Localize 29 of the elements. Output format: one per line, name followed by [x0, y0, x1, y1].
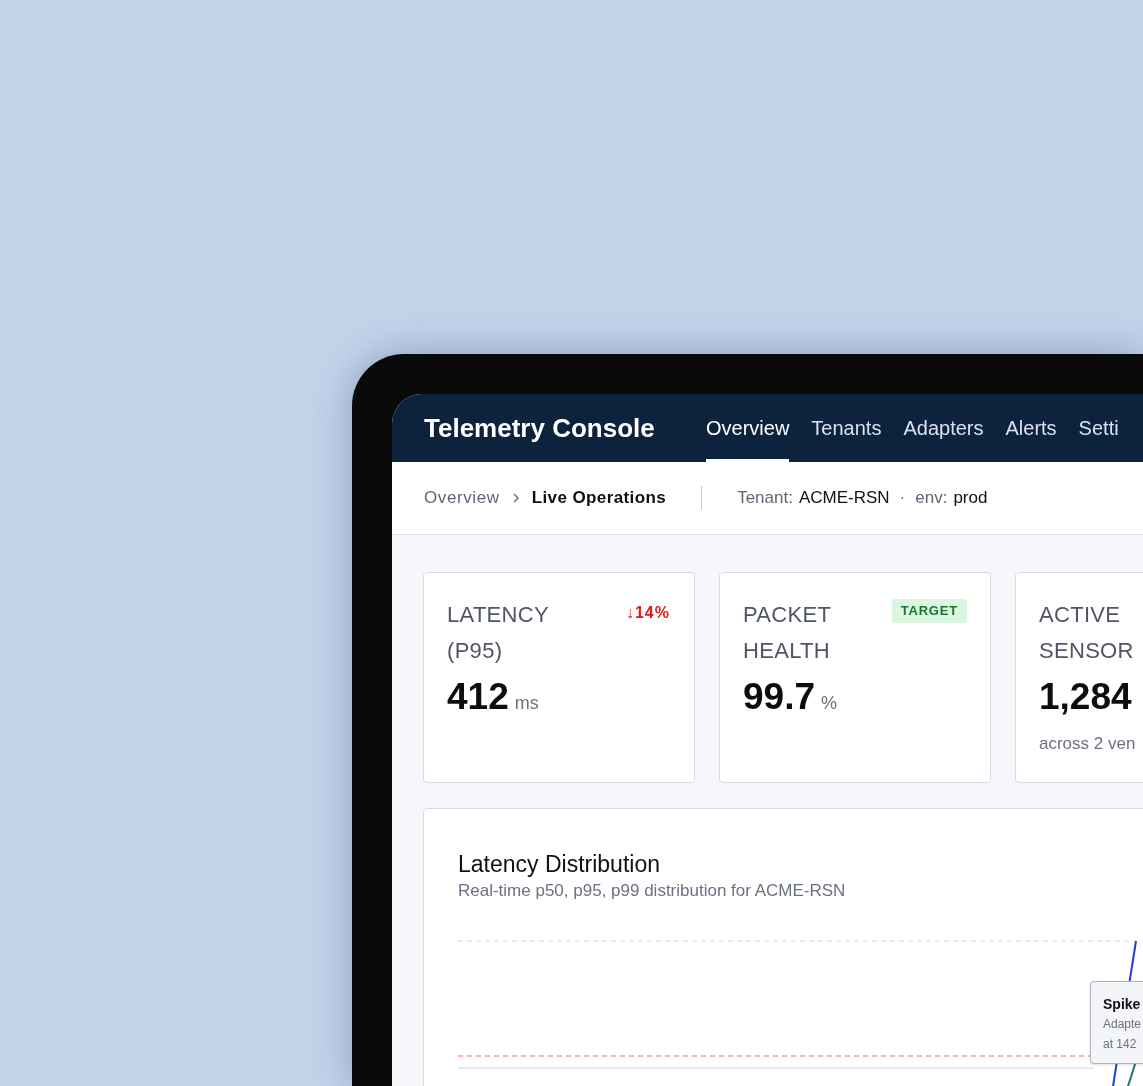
context-value: prod — [953, 487, 988, 510]
nav-tab[interactable]: Tenants — [811, 394, 882, 462]
context-value: ACME-RSN — [798, 487, 890, 510]
metric-unit: ms — [514, 692, 539, 715]
metric-note: across 2 ven — [1039, 733, 1137, 755]
separator-dot: · — [899, 487, 906, 510]
context-label: env: — [915, 487, 948, 510]
change-indicator: ↓14% — [625, 603, 670, 623]
status-badge: TARGET — [891, 599, 967, 623]
metric-label: LATENCY (P95) — [447, 601, 550, 665]
chart-subtitle: Real-time p50, p95, p99 distribution for ACME-RSN — [458, 880, 847, 902]
breadcrumb-link[interactable]: Overview — [424, 485, 500, 511]
metric-unit: % — [821, 692, 838, 715]
metric-label: ACTIVE SENSOR — [1039, 601, 1135, 665]
tooltip-text: Adapte — [1103, 1016, 1143, 1033]
nav-tab[interactable]: Setti — [1078, 394, 1119, 462]
tooltip-text: at 142 — [1103, 1036, 1138, 1053]
breadcrumb-link[interactable]: Live Operations — [531, 485, 667, 511]
context-label: Tenant: — [737, 487, 793, 510]
tooltip-title: Spike — [1103, 995, 1142, 1014]
chart-title: Latency Distribution — [458, 850, 661, 879]
nav-tab[interactable]: Adapters — [903, 394, 984, 462]
app-title: Telemetry Console — [424, 411, 656, 445]
chevron-right-icon — [511, 492, 520, 504]
metric-value: 99.7 — [743, 675, 815, 719]
metric-value: 412 — [447, 675, 509, 719]
nav-tab[interactable]: Alerts — [1005, 394, 1057, 462]
metric-value: 1,284 — [1039, 675, 1132, 719]
metric-label: PACKET HEALTH — [743, 601, 832, 665]
